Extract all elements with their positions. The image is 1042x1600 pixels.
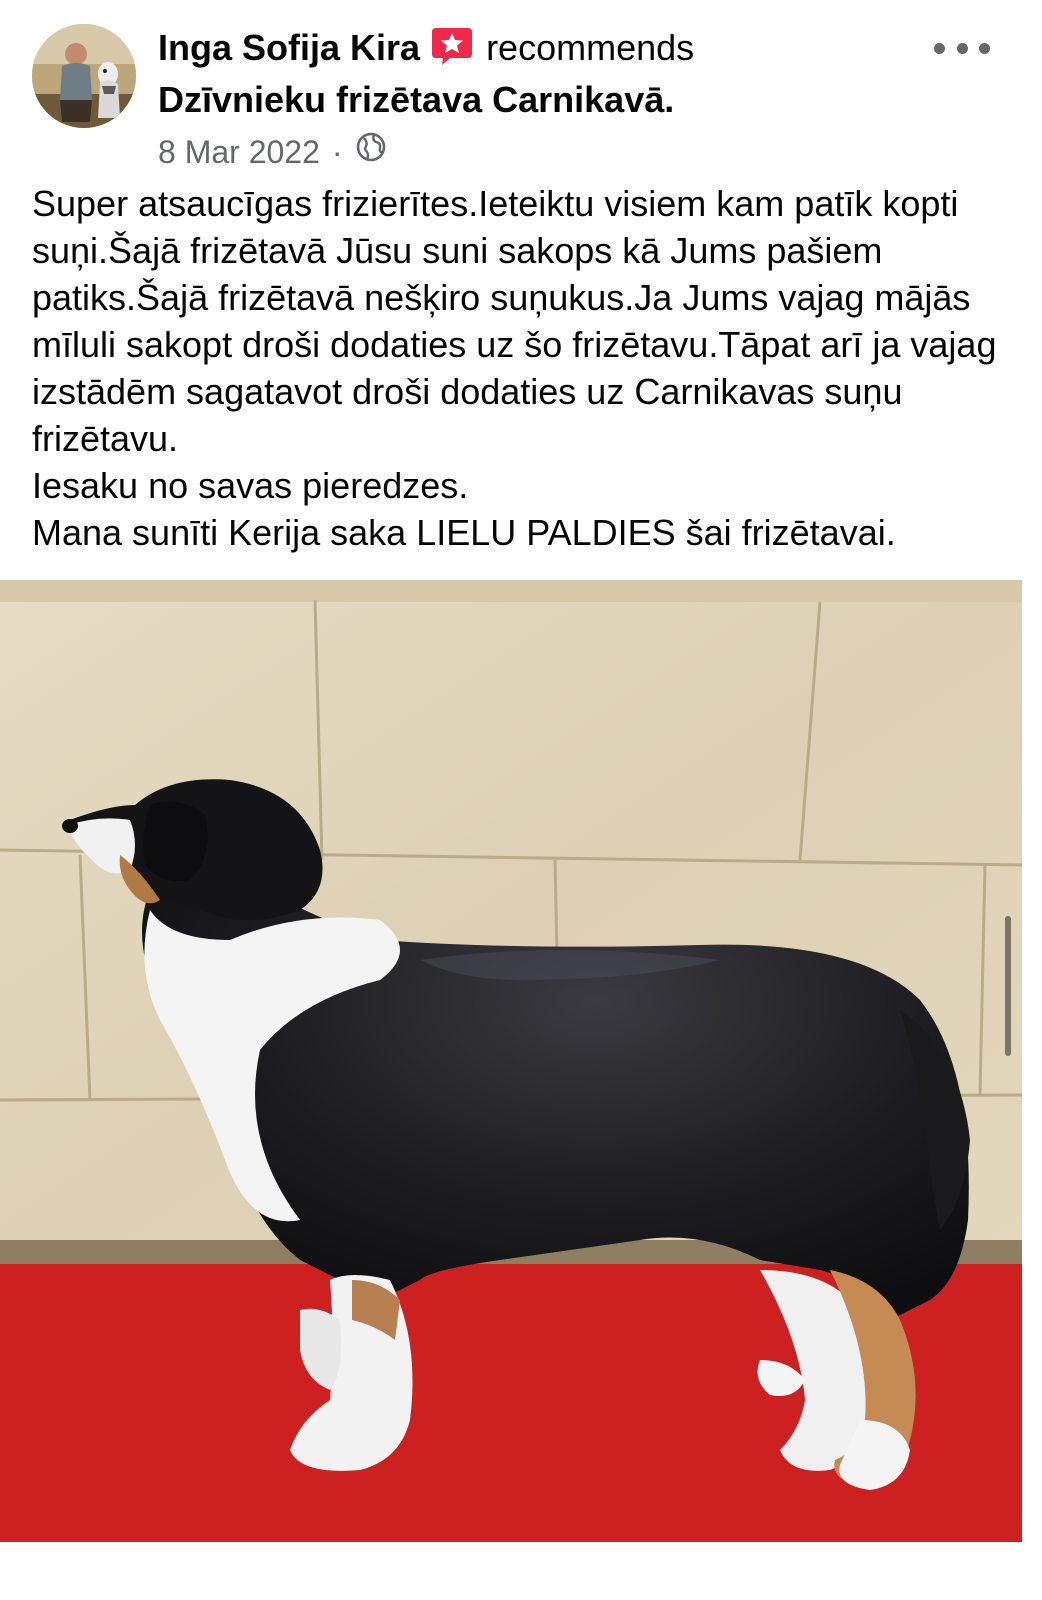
post-text-paragraph: Super atsaucīgas frizierītes.Ieteiktu vi… bbox=[32, 183, 997, 459]
post-meta: 8 Mar 2022 · bbox=[158, 130, 387, 174]
dog-photo bbox=[0, 580, 1022, 1542]
scrollbar-thumb[interactable] bbox=[1005, 916, 1011, 1056]
post-text-paragraph: Iesaku no savas pieredzes. bbox=[32, 465, 469, 506]
author-name[interactable]: Inga Sofija Kira bbox=[158, 27, 420, 68]
post-header: Inga Sofija Kira recommends bbox=[158, 24, 694, 78]
post-date[interactable]: 8 Mar 2022 bbox=[158, 130, 320, 174]
more-dot bbox=[934, 42, 945, 54]
avatar-photo bbox=[32, 24, 136, 128]
post-text: Super atsaucīgas frizierītes.Ieteiktu vi… bbox=[32, 180, 1012, 556]
more-dot bbox=[979, 42, 990, 54]
more-options-icon[interactable] bbox=[934, 28, 990, 68]
meta-separator: · bbox=[331, 134, 343, 170]
author-avatar[interactable] bbox=[32, 24, 136, 128]
recommendation-post: Inga Sofija Kira recommends Dzīvnieku fri… bbox=[0, 0, 1042, 1600]
recommendation-star-icon bbox=[430, 26, 474, 78]
more-dot bbox=[956, 42, 968, 54]
globe-icon bbox=[355, 130, 387, 174]
recommended-page-name[interactable]: Dzīvnieku frizētava Carnikavā. bbox=[158, 76, 674, 124]
post-text-paragraph: Mana sunīti Kerija saka LIELU PALDIES ša… bbox=[32, 512, 896, 553]
post-photo[interactable] bbox=[0, 580, 1022, 1542]
recommends-label: recommends bbox=[486, 27, 695, 68]
